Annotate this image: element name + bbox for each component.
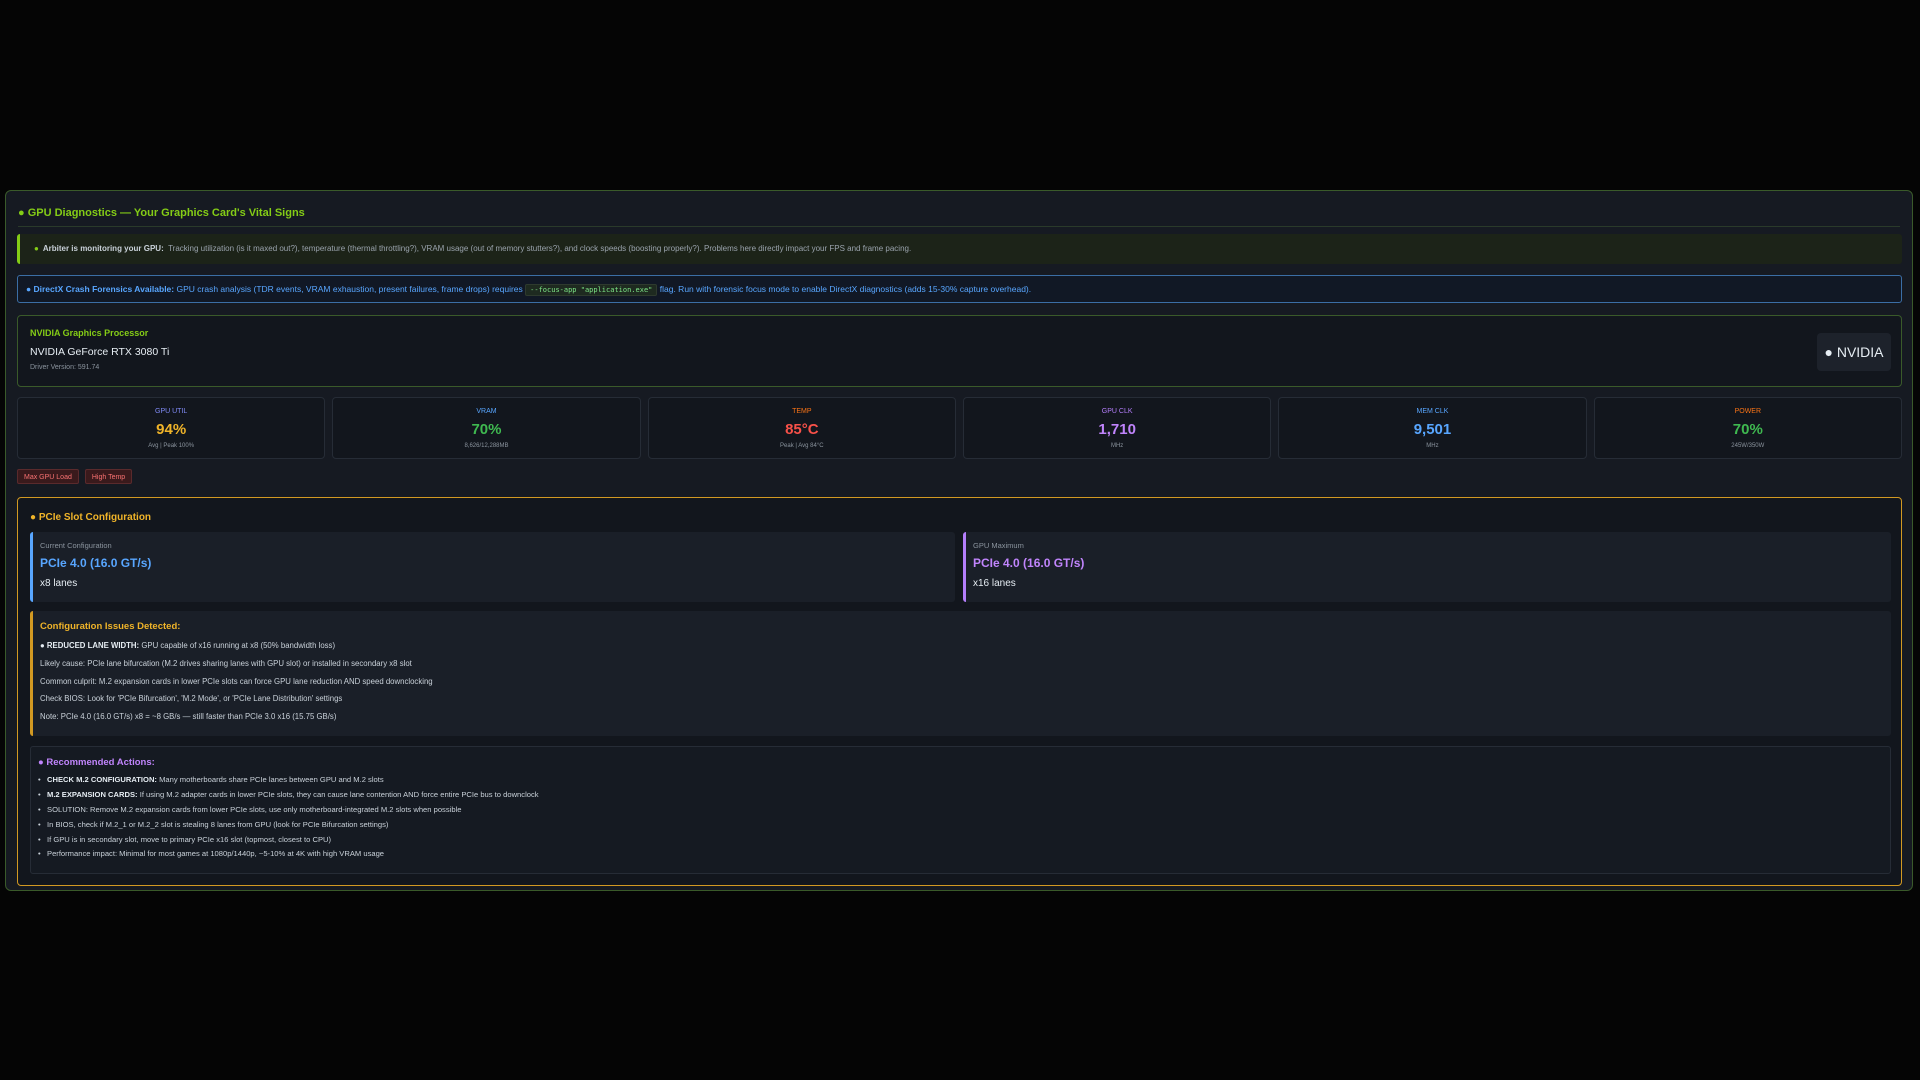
metric-vram: VRAM 70% 8,626/12,288MB [332, 397, 641, 459]
directx-forensics-banner: ● DirectX Crash Forensics Available: GPU… [17, 275, 1902, 303]
current-configuration-card: Current Configuration PCIe 4.0 (16.0 GT/… [30, 532, 955, 602]
metric-value: 70% [1732, 421, 1763, 438]
action-bold: CHECK M.2 CONFIGURATION: [47, 775, 157, 784]
metric-sub: 245W/350W [1731, 443, 1765, 449]
list-item: SOLUTION: Remove M.2 expansion cards fro… [38, 804, 1883, 819]
metric-value: 70% [471, 421, 502, 438]
monitor-lead: Arbiter is monitoring your GPU: [42, 244, 164, 253]
list-item: CHECK M.2 CONFIGURATION: Many motherboar… [38, 774, 1883, 789]
gpu-max-value: PCIe 4.0 (16.0 GT/s) [973, 556, 1085, 570]
forensics-text-before: GPU crash analysis (TDR events, VRAM exh… [176, 284, 523, 294]
metric-temp: TEMP 85°C Peak | Avg 84°C [647, 397, 956, 459]
issues-title: Configuration Issues Detected: [40, 621, 181, 632]
recommended-actions-box: ● Recommended Actions: CHECK M.2 CONFIGU… [30, 746, 1891, 874]
issue-line: ● REDUCED LANE WIDTH: GPU capable of x16… [40, 640, 1884, 658]
metric-sub: 8,626/12,288MB [464, 443, 509, 449]
gpu-maximum-card: GPU Maximum PCIe 4.0 (16.0 GT/s) x16 lan… [963, 532, 1891, 602]
metric-value: 94% [156, 421, 187, 438]
current-config-value: PCIe 4.0 (16.0 GT/s) [40, 556, 152, 570]
action-text: If using M.2 adapter cards in lower PCIe… [139, 789, 539, 799]
metric-label: TEMP [792, 408, 812, 415]
metric-sub: MHz [1110, 443, 1124, 449]
metrics-row: GPU UTIL 94% Avg | Peak 100% VRAM 70% 8,… [17, 397, 1902, 459]
actions-title: ● Recommended Actions: [38, 757, 155, 768]
metric-label: GPU CLK [1101, 408, 1133, 415]
pcie-section-title: ● PCIe Slot Configuration [30, 512, 152, 523]
monitor-bullet-icon: ● [34, 244, 39, 253]
action-bold: M.2 EXPANSION CARDS: [47, 789, 138, 799]
issue-text: GPU capable of x16 running at x8 (50% ba… [141, 641, 336, 650]
metric-sub: MHz [1426, 443, 1439, 449]
action-text: Many motherboards share PCIe lanes betwe… [159, 775, 384, 784]
metric-label: GPU UTIL [155, 408, 188, 415]
list-item: Performance impact: Minimal for most gam… [38, 848, 1883, 863]
driver-version: Driver Version: 591.74 [30, 364, 100, 371]
gpu-max-label: GPU Maximum [973, 541, 1024, 550]
metric-sub: Avg | Peak 100% [148, 443, 195, 449]
configuration-issues-box: Configuration Issues Detected: ● REDUCED… [30, 611, 1891, 736]
title-divider [18, 226, 1900, 227]
monitoring-banner: ● Arbiter is monitoring your GPU: Trackin… [17, 234, 1902, 264]
actions-list: CHECK M.2 CONFIGURATION: Many motherboar… [38, 774, 1883, 863]
status-tags: Max GPU Load High Temp [17, 469, 133, 484]
metric-gpu-util: GPU UTIL 94% Avg | Peak 100% [17, 397, 326, 459]
metric-label: VRAM [476, 408, 497, 415]
pcie-slot-section: ● PCIe Slot Configuration Current Config… [17, 497, 1902, 886]
metric-label: POWER [1734, 408, 1762, 415]
monitor-text: Tracking utilization (is it maxed out?),… [168, 244, 912, 253]
status-badge-max-load: Max GPU Load [17, 469, 79, 484]
metric-value: 1,710 [1098, 421, 1136, 438]
metric-power: POWER 70% 245W/350W [1593, 397, 1902, 459]
metric-value: 9,501 [1413, 421, 1452, 438]
metric-sub: Peak | Avg 84°C [780, 443, 824, 449]
gpu-max-lanes: x16 lanes [973, 578, 1016, 589]
metric-value: 85°C [785, 421, 819, 438]
issue-bold: ● REDUCED LANE WIDTH: [40, 641, 140, 650]
forensics-text-after: flag. Run with forensic focus mode to en… [659, 284, 1032, 294]
nvidia-logo-badge: ● NVIDIA [1817, 333, 1891, 371]
gpu-vendor-label: NVIDIA Graphics Processor [30, 328, 149, 338]
gpu-model-name: NVIDIA GeForce RTX 3080 Ti [30, 346, 170, 358]
metric-gpu-clock: GPU CLK 1,710 MHz [962, 397, 1272, 459]
metric-label: MEM CLK [1416, 408, 1449, 415]
status-badge-high-temp: High Temp [84, 469, 133, 484]
issue-line: Check BIOS: Look for 'PCIe Bifurcation',… [40, 694, 343, 704]
list-item: M.2 EXPANSION CARDS: If using M.2 adapte… [38, 789, 1883, 804]
current-config-lanes: x8 lanes [40, 578, 78, 589]
gpu-info-card: NVIDIA Graphics Processor NVIDIA GeForce… [17, 315, 1902, 387]
current-config-label: Current Configuration [40, 541, 112, 550]
issue-line: Likely cause: PCIe lane bifurcation (M.2… [40, 658, 412, 668]
issue-line: Note: PCIe 4.0 (16.0 GT/s) x8 = ~8 GB/s … [40, 712, 337, 722]
forensics-lead: ● DirectX Crash Forensics Available: [26, 284, 175, 294]
issue-line: Common culprit: M.2 expansion cards in l… [40, 676, 433, 686]
panel-title: ● GPU Diagnostics — Your Graphics Card's… [18, 207, 305, 219]
list-item: If GPU is in secondary slot, move to pri… [38, 834, 1883, 849]
gpu-diagnostics-panel: ● GPU Diagnostics — Your Graphics Card's… [5, 190, 1913, 891]
list-item: In BIOS, check if M.2_1 or M.2_2 slot is… [38, 819, 1883, 834]
metric-mem-clock: MEM CLK 9,501 MHz [1278, 397, 1587, 459]
focus-app-flag: --focus-app "application.exe" [525, 284, 658, 296]
